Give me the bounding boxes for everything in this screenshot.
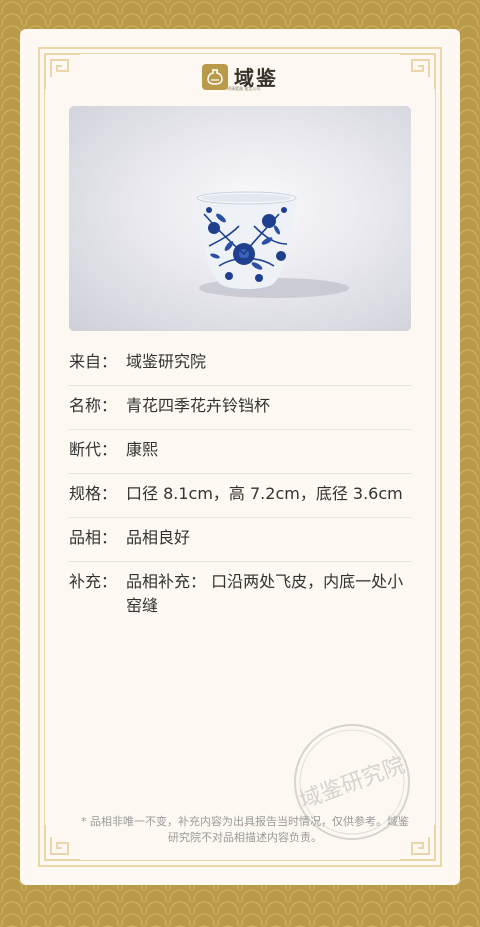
detail-label: 来自： bbox=[69, 352, 118, 371]
item-photo bbox=[69, 106, 411, 331]
detail-value: 域鉴研究院 bbox=[126, 352, 207, 371]
disclaimer-footnote: * 品相非唯一不变，补充内容为出具报告当时情况，仅供参考。域鉴研究院不对品相描述… bbox=[81, 815, 409, 844]
frame-corner-ornament-top-left bbox=[38, 47, 80, 89]
detail-row-dimensions: 规格： 口径 8.1cm，高 7.2cm，底径 3.6cm bbox=[69, 474, 411, 518]
detail-row-source: 来自： 域鉴研究院 bbox=[69, 342, 411, 386]
seal-text: 域鉴研究院 bbox=[297, 753, 409, 814]
detail-row-supplement: 补充： 品相补充： 口沿两处飞皮，内底一处小窑缝 bbox=[69, 562, 411, 629]
detail-row-name: 名称： 青花四季花卉铃铛杯 bbox=[69, 386, 411, 430]
blue-white-cup-image bbox=[196, 191, 349, 298]
detail-label: 品相： bbox=[69, 528, 118, 547]
vessel-logo-icon bbox=[202, 63, 228, 90]
detail-value: 青花四季花卉铃铛杯 bbox=[126, 396, 271, 415]
detail-label: 规格： bbox=[69, 484, 118, 503]
brand-tagline: 明清瓷器 鉴定公司 bbox=[227, 86, 261, 91]
detail-value: 康熙 bbox=[126, 440, 159, 459]
frame-corner-ornament-bottom-left bbox=[38, 825, 80, 867]
certificate-card: 域鉴 明清瓷器 鉴定公司 来自： 域鉴研究院 名称： 青花四季花卉铃铛杯 断代：… bbox=[20, 29, 460, 885]
detail-label: 补充： bbox=[69, 572, 118, 591]
detail-label: 名称： bbox=[69, 396, 118, 415]
frame-corner-ornament-top-right bbox=[400, 47, 442, 89]
detail-row-condition: 品相： 品相良好 bbox=[69, 518, 411, 562]
detail-value: 品相良好 bbox=[126, 528, 191, 547]
detail-label: 断代： bbox=[69, 440, 118, 459]
detail-row-period: 断代： 康熙 bbox=[69, 430, 411, 474]
detail-value: 品相补充： 口沿两处飞皮，内底一处小窑缝 bbox=[126, 572, 404, 615]
detail-list: 来自： 域鉴研究院 名称： 青花四季花卉铃铛杯 断代： 康熙 规格： 口径 8.… bbox=[69, 342, 411, 629]
detail-value: 口径 8.1cm，高 7.2cm，底径 3.6cm bbox=[126, 484, 403, 503]
